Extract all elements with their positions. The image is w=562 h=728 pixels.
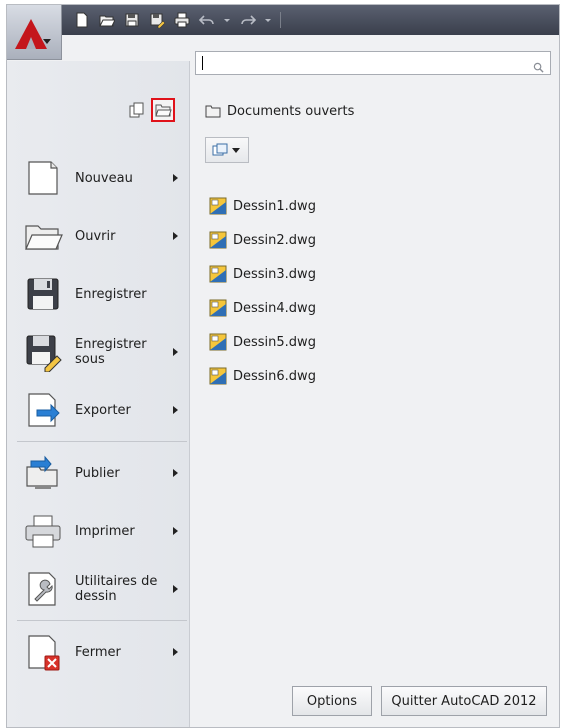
menu-item-open[interactable]: Ouvrir (17, 207, 187, 265)
folder-icon (155, 104, 172, 117)
chevron-down-icon (43, 39, 51, 44)
menu-item-new[interactable]: Nouveau (17, 149, 187, 207)
dwg-file-icon (209, 265, 227, 283)
floppy-disk-icon (21, 272, 65, 316)
close-file-icon (21, 630, 65, 674)
dwg-file-icon (209, 299, 227, 317)
menu-item-label: Enregistrer (75, 286, 147, 302)
menu-item-label: Enregistrer sous (75, 337, 147, 367)
menu-item-drawing-utilities[interactable]: Utilitaires de dessin (17, 560, 187, 618)
submenu-arrow-icon (173, 469, 178, 477)
document-list: Dessin1.dwg Dessin2.dwg Dessin3.dwg Dess… (209, 189, 316, 393)
list-item[interactable]: Dessin5.dwg (209, 325, 316, 359)
submenu-arrow-icon (173, 585, 178, 593)
dwg-file-icon (209, 197, 227, 215)
save-icon[interactable] (123, 11, 140, 28)
recent-documents-button[interactable] (151, 98, 175, 122)
submenu-arrow-icon (173, 348, 178, 356)
application-menu: Nouveau Ouvrir Enregistrer Enregistrer s… (6, 4, 560, 728)
menu-item-label: Fermer (75, 644, 121, 660)
menu-item-label: Ouvrir (75, 228, 116, 244)
menu-item-save[interactable]: Enregistrer (17, 265, 187, 323)
document-name: Dessin3.dwg (233, 266, 316, 282)
application-button[interactable] (7, 5, 62, 60)
application-menu-list: Nouveau Ouvrir Enregistrer Enregistrer s… (17, 149, 187, 681)
menu-divider (17, 441, 187, 442)
open-icon[interactable] (98, 11, 115, 28)
menu-item-label: Publier (75, 465, 120, 481)
list-item[interactable]: Dessin4.dwg (209, 291, 316, 325)
search-icon[interactable] (533, 58, 544, 77)
submenu-arrow-icon (173, 232, 178, 240)
chevron-down-icon (232, 147, 240, 153)
quick-access-toolbar (7, 5, 559, 35)
view-icon (212, 143, 228, 156)
save-as-icon[interactable] (148, 11, 165, 28)
pane-title: Documents ouverts (227, 103, 355, 119)
menu-item-label: Nouveau (75, 170, 133, 186)
menu-item-export[interactable]: Exporter (17, 381, 187, 439)
open-documents-button[interactable] (125, 98, 149, 122)
undo-icon[interactable] (198, 11, 215, 28)
dwg-file-icon (209, 333, 227, 351)
menu-item-label: Imprimer (75, 523, 135, 539)
search-input[interactable] (200, 54, 520, 72)
print-icon[interactable] (173, 11, 190, 28)
list-item[interactable]: Dessin2.dwg (209, 223, 316, 257)
document-name: Dessin4.dwg (233, 300, 316, 316)
redo-dropdown-icon[interactable] (264, 11, 272, 28)
quit-autocad-button[interactable]: Quitter AutoCAD 2012 (381, 686, 547, 716)
publish-icon (21, 451, 65, 495)
undo-dropdown-icon[interactable] (223, 11, 231, 28)
menu-item-label: Exporter (75, 402, 131, 418)
new-icon[interactable] (73, 11, 90, 28)
document-view-toggle (125, 98, 175, 122)
dwg-file-icon (209, 231, 227, 249)
submenu-arrow-icon (173, 174, 178, 182)
floppy-save-as-icon (21, 330, 65, 374)
view-mode-dropdown[interactable] (205, 137, 249, 163)
open-folder-icon (21, 214, 65, 258)
toolbar-separator (280, 11, 281, 28)
export-icon (21, 388, 65, 432)
list-item[interactable]: Dessin3.dwg (209, 257, 316, 291)
list-item[interactable]: Dessin1.dwg (209, 189, 316, 223)
open-documents-header: Documents ouverts (205, 103, 354, 119)
submenu-arrow-icon (173, 527, 178, 535)
search-box[interactable] (195, 51, 551, 75)
document-name: Dessin6.dwg (233, 368, 316, 384)
folder-icon (205, 105, 221, 118)
options-button[interactable]: Options (292, 686, 372, 716)
menu-item-save-as[interactable]: Enregistrer sous (17, 323, 187, 381)
wrench-icon (21, 567, 65, 611)
text-cursor (202, 56, 203, 70)
list-item[interactable]: Dessin6.dwg (209, 359, 316, 393)
menu-divider (17, 620, 187, 621)
document-name: Dessin5.dwg (233, 334, 316, 350)
left-pane: Nouveau Ouvrir Enregistrer Enregistrer s… (7, 61, 190, 727)
menu-item-publish[interactable]: Publier (17, 444, 187, 502)
new-file-icon (21, 156, 65, 200)
submenu-arrow-icon (173, 648, 178, 656)
dwg-file-icon (209, 367, 227, 385)
submenu-arrow-icon (173, 406, 178, 414)
printer-icon (21, 509, 65, 553)
redo-icon[interactable] (239, 11, 256, 28)
menu-item-close[interactable]: Fermer (17, 623, 187, 681)
documents-icon (129, 102, 144, 118)
document-name: Dessin1.dwg (233, 198, 316, 214)
menu-item-label: Utilitaires de dessin (75, 574, 158, 604)
document-name: Dessin2.dwg (233, 232, 316, 248)
menu-item-print[interactable]: Imprimer (17, 502, 187, 560)
